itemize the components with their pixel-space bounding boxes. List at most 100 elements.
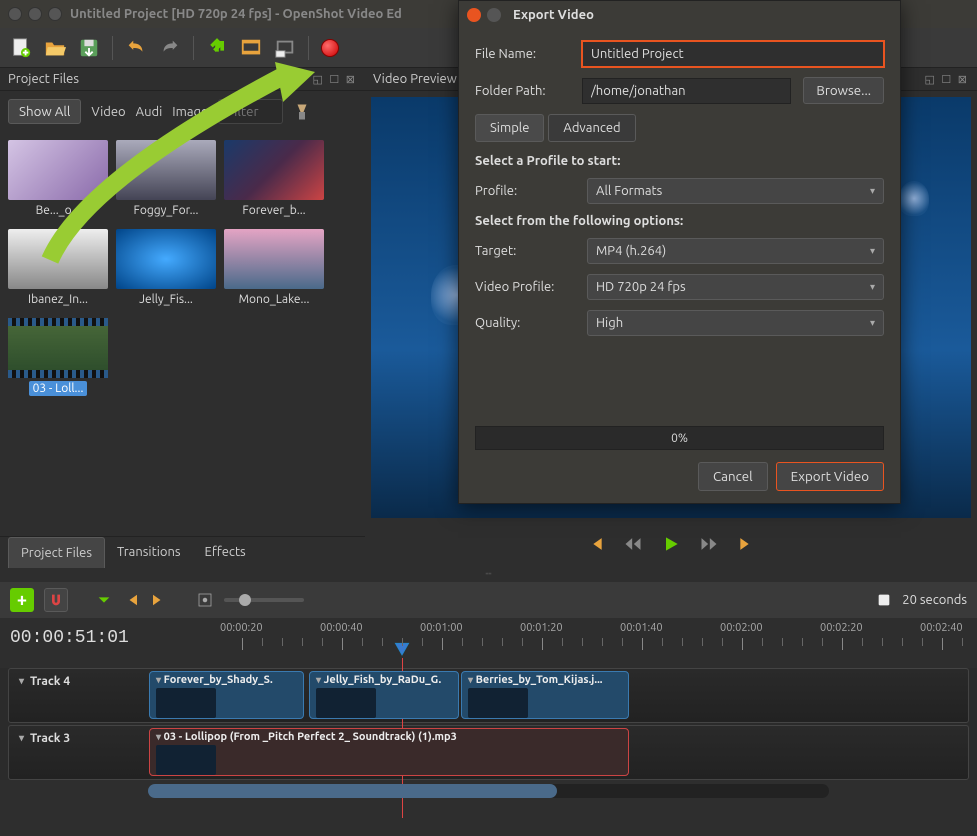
ruler-tick: 00:01:20 [520,622,563,634]
chevron-down-icon: ▾ [870,317,875,329]
tab-effects[interactable]: Effects [193,537,258,568]
target-select[interactable]: MP4 (h.264)▾ [587,238,884,264]
dialog-titlebar[interactable]: Export Video [459,1,900,29]
cancel-button[interactable]: Cancel [698,462,768,491]
chevron-down-icon: ▾ [19,675,24,687]
undo-icon[interactable] [125,37,147,59]
timeline-tracks: ▾Track 4 ▾ Forever_by_Shady_S.▾ Jelly_Fi… [0,668,977,780]
track-header[interactable]: ▾Track 4 [9,669,139,722]
panel-controls-icon[interactable]: ◱ ☐ ⊠ [924,73,969,86]
timeline-toolbar: + 20 seconds [0,582,977,618]
track-header[interactable]: ▾Track 3 [9,726,139,779]
window-title: Untitled Project [HD 720p 24 fps] - Open… [70,7,402,21]
zoom-slider[interactable] [224,598,304,602]
timeline-clip[interactable]: ▾ Berries_by_Tom_Kijas.j... [461,671,629,719]
rewind-icon[interactable] [623,534,643,558]
file-name-input[interactable] [582,41,884,67]
timeline-scrollbar[interactable] [148,784,829,798]
timeline-clip[interactable]: ▾ Jelly_Fish_by_RaDu_G. [309,671,459,719]
chevron-down-icon: ▾ [870,281,875,293]
video-preview-header: Video Preview [373,72,457,86]
profile-label: Profile: [475,184,587,198]
maximize-icon[interactable] [48,7,62,21]
track-row: ▾Track 4 ▾ Forever_by_Shady_S.▾ Jelly_Fi… [8,668,969,723]
file-thumb[interactable]: Ibanez_In... [8,229,108,310]
browse-button[interactable]: Browse... [803,77,884,104]
center-playhead-icon[interactable] [196,591,214,609]
ruler-tick: 00:02:20 [820,622,863,634]
fullscreen-icon[interactable] [274,37,296,59]
ruler-tick: 00:01:00 [420,622,463,634]
filter-audio-link[interactable]: Audi [136,105,163,119]
dialog-minimize-icon[interactable] [487,8,501,22]
file-name-label: File Name: [475,47,570,61]
filter-video-link[interactable]: Video [91,105,125,119]
snap-button[interactable] [44,588,68,612]
clear-filter-icon[interactable] [293,103,311,121]
redo-icon[interactable] [159,37,181,59]
file-thumb[interactable]: Jelly_Fis... [116,229,216,310]
timeline-ruler[interactable]: 00:00:2000:00:4000:01:0000:01:2000:01:40… [140,618,977,666]
video-profile-label: Video Profile: [475,280,587,294]
export-video-button[interactable] [321,39,339,57]
filter-image-link[interactable]: Image [172,105,208,119]
marker-dropdown-icon[interactable] [96,592,112,608]
filter-input[interactable] [218,99,283,124]
new-project-icon[interactable] [10,37,32,59]
minimize-icon[interactable] [28,7,42,21]
chevron-down-icon: ▾ [870,185,875,197]
zoom-level-label: 20 seconds [902,593,967,607]
project-files-panel: Project Files ◱ ☐ ⊠ Show All Video Audi … [0,68,365,568]
video-profile-select[interactable]: HD 720p 24 fps▾ [587,274,884,300]
open-project-icon[interactable] [44,37,66,59]
tab-advanced[interactable]: Advanced [548,114,635,142]
export-video-confirm-button[interactable]: Export Video [776,462,884,491]
ruler-tick: 00:00:40 [320,622,363,634]
fast-forward-icon[interactable] [699,534,719,558]
ruler-tick: 00:00:20 [220,622,263,634]
file-thumb[interactable]: Mono_Lake... [224,229,324,310]
quality-select[interactable]: High▾ [587,310,884,336]
add-track-button[interactable]: + [10,588,34,612]
panel-controls-icon[interactable]: ◱ ☐ ⊠ [312,73,357,86]
profile-icon[interactable] [240,37,262,59]
chevron-down-icon: ▾ [19,732,24,744]
timeline-clip[interactable]: ▾ 03 - Lollipop (From _Pitch Perfect 2_ … [149,728,629,776]
tab-simple[interactable]: Simple [475,114,544,142]
ruler-tick: 00:02:00 [720,622,763,634]
profile-section-label: Select a Profile to start: [475,154,884,168]
zoom-menu-icon[interactable] [876,592,892,608]
timeline-clip[interactable]: ▾ Forever_by_Shady_S. [149,671,304,719]
panel-resize-handle[interactable]: ┉ [0,568,977,582]
thumbnails-grid: Be..._o... Foggy_For... Forever_b... Iba… [0,132,365,407]
options-section-label: Select from the following options: [475,214,884,228]
play-icon[interactable] [661,534,681,558]
tab-project-files[interactable]: Project Files [8,537,105,568]
jump-end-icon[interactable] [737,534,757,558]
quality-label: Quality: [475,316,587,330]
profile-select[interactable]: All Formats▾ [587,178,884,204]
file-thumb[interactable]: Be..._o... [8,140,108,221]
file-thumb[interactable]: 03 - Loll... [8,318,108,399]
import-files-icon[interactable] [206,37,228,59]
dialog-close-icon[interactable] [467,8,481,22]
export-video-dialog: Export Video File Name: Folder Path: Bro… [458,0,901,504]
project-files-header: Project Files [8,72,79,86]
next-marker-icon[interactable] [150,591,168,609]
jump-start-icon[interactable] [585,534,605,558]
dialog-title: Export Video [513,8,594,22]
export-progress-bar: 0% [475,426,884,450]
save-project-icon[interactable] [78,37,100,59]
file-thumb[interactable]: Foggy_For... [116,140,216,221]
close-icon[interactable] [8,7,22,21]
folder-path-input[interactable] [582,78,791,104]
target-label: Target: [475,244,587,258]
timecode-display: 00:00:51:01 [0,618,140,666]
file-thumb[interactable]: Forever_b... [224,140,324,221]
chevron-down-icon: ▾ [870,245,875,257]
tab-transitions[interactable]: Transitions [105,537,193,568]
prev-marker-icon[interactable] [122,591,140,609]
show-all-button[interactable]: Show All [8,99,81,124]
playback-controls [365,524,977,568]
ruler-tick: 00:02:40 [920,622,963,634]
